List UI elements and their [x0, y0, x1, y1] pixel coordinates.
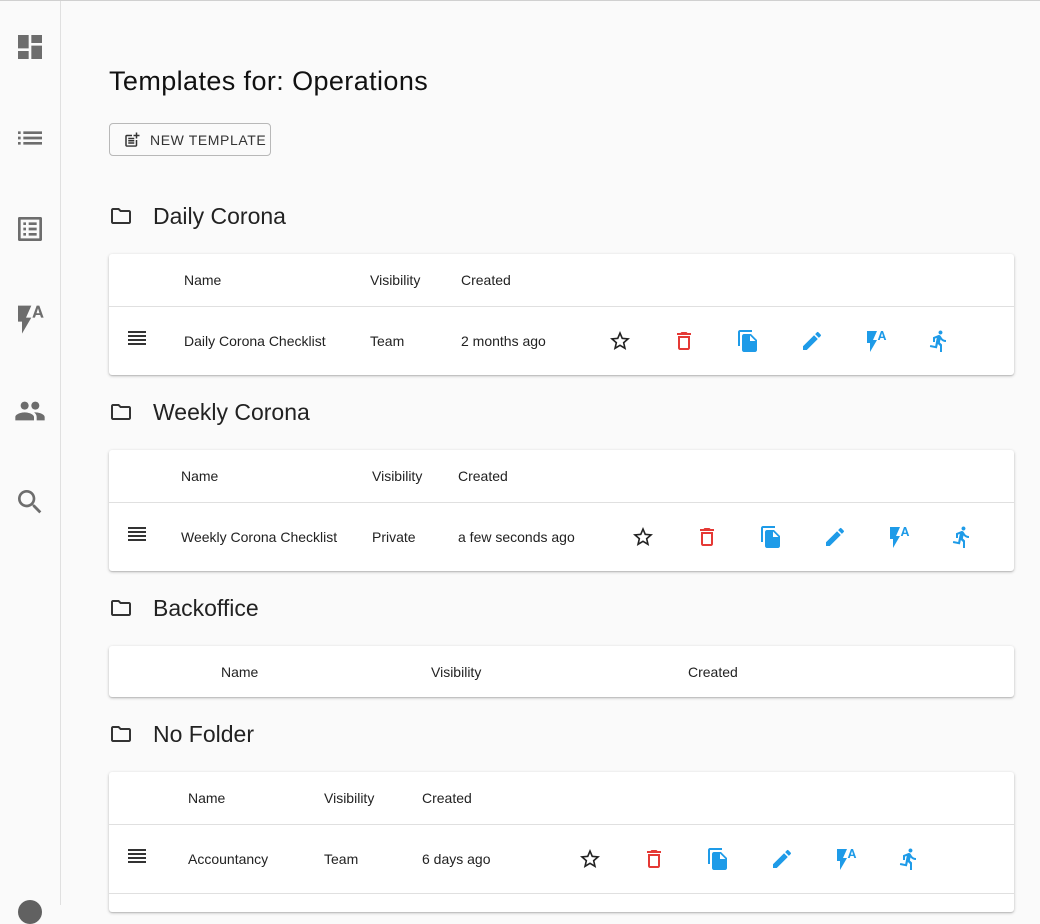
- drag-handle-icon[interactable]: [125, 844, 149, 868]
- run-icon[interactable]: [897, 847, 921, 871]
- people-icon[interactable]: [12, 393, 48, 429]
- templates-table-daily-corona: Name Visibility Created Daily Corona Che…: [109, 254, 1014, 375]
- run-icon[interactable]: [927, 329, 951, 353]
- column-header-visibility: Visibility: [372, 468, 423, 484]
- edit-icon[interactable]: [823, 525, 847, 549]
- flash-auto-icon[interactable]: [12, 301, 48, 337]
- column-header-visibility: Visibility: [370, 272, 421, 288]
- star-icon[interactable]: [578, 847, 602, 871]
- template-name: Accountancy: [188, 851, 269, 867]
- dashboard-icon[interactable]: [12, 29, 48, 65]
- column-header-name: Name: [181, 468, 219, 484]
- run-icon[interactable]: [950, 525, 974, 549]
- table-header: Name Visibility Created: [109, 646, 1014, 697]
- folder-no-folder: No Folder: [109, 719, 254, 749]
- list-icon[interactable]: [12, 120, 48, 156]
- main-content: Templates for: Operations NEW TEMPLATE D…: [109, 0, 1014, 912]
- folder-icon: [111, 208, 131, 224]
- copy-icon[interactable]: [736, 329, 760, 353]
- folder-backoffice: Backoffice: [109, 593, 259, 623]
- template-name: Daily Corona Checklist: [184, 333, 326, 349]
- column-header-name: Name: [184, 272, 222, 288]
- template-created: 6 days ago: [422, 851, 491, 867]
- search-icon[interactable]: [12, 484, 48, 520]
- folder-name: Weekly Corona: [153, 398, 310, 425]
- avatar[interactable]: [18, 900, 42, 924]
- column-header-visibility: Visibility: [324, 790, 375, 806]
- new-template-button[interactable]: NEW TEMPLATE: [109, 123, 271, 156]
- page-title: Templates for: Operations: [109, 66, 429, 96]
- star-icon[interactable]: [608, 329, 632, 353]
- delete-icon[interactable]: [695, 525, 719, 549]
- template-name: Weekly Corona Checklist: [181, 529, 338, 545]
- edit-icon[interactable]: [800, 329, 824, 353]
- folder-icon: [111, 726, 131, 742]
- folder-icon: [111, 404, 131, 420]
- sidebar: [0, 1, 61, 924]
- delete-icon[interactable]: [672, 329, 696, 353]
- template-visibility: Private: [372, 529, 416, 545]
- new-template-label: NEW TEMPLATE: [150, 131, 267, 148]
- templates-table-weekly-corona: Name Visibility Created Weekly Corona Ch…: [109, 450, 1014, 571]
- folder-icon: [111, 600, 131, 616]
- table-header: Name Visibility Created: [109, 254, 1014, 307]
- folder-daily-corona: Daily Corona: [109, 201, 286, 231]
- column-header-name: Name: [221, 664, 259, 680]
- delete-icon[interactable]: [642, 847, 666, 871]
- post-add-icon: [125, 132, 140, 147]
- star-icon[interactable]: [631, 525, 655, 549]
- flash-auto-icon[interactable]: [864, 329, 888, 353]
- drag-handle-icon[interactable]: [125, 326, 149, 350]
- table-header: Name Visibility Created: [109, 772, 1014, 825]
- template-visibility: Team: [370, 333, 405, 349]
- column-header-created: Created: [688, 664, 738, 680]
- table-row: Daily Corona Checklist Team 2 months ago: [109, 306, 1014, 375]
- template-created: a few seconds ago: [458, 529, 575, 545]
- column-header-created: Created: [422, 790, 472, 806]
- table-header: Name Visibility Created: [109, 450, 1014, 503]
- folder-name: No Folder: [153, 720, 254, 747]
- column-header-created: Created: [458, 468, 508, 484]
- table-row: Weekly Corona Checklist Private a few se…: [109, 502, 1014, 571]
- column-header-created: Created: [461, 272, 511, 288]
- column-header-visibility: Visibility: [431, 664, 482, 680]
- table-row: Accountancy Team 6 days ago: [109, 824, 1014, 894]
- folder-name: Daily Corona: [153, 202, 286, 229]
- copy-icon[interactable]: [706, 847, 730, 871]
- template-created: 2 months ago: [461, 333, 546, 349]
- template-visibility: Team: [324, 851, 359, 867]
- flash-auto-icon[interactable]: [887, 525, 911, 549]
- edit-icon[interactable]: [770, 847, 794, 871]
- folder-weekly-corona: Weekly Corona: [109, 397, 310, 427]
- copy-icon[interactable]: [759, 525, 783, 549]
- list-alt-icon[interactable]: [12, 211, 48, 247]
- flash-auto-icon[interactable]: [834, 847, 858, 871]
- column-header-name: Name: [188, 790, 226, 806]
- templates-table-backoffice: Name Visibility Created: [109, 646, 1014, 697]
- folder-name: Backoffice: [153, 594, 259, 621]
- drag-handle-icon[interactable]: [125, 522, 149, 546]
- templates-table-no-folder: Name Visibility Created Accountancy Team…: [109, 772, 1014, 912]
